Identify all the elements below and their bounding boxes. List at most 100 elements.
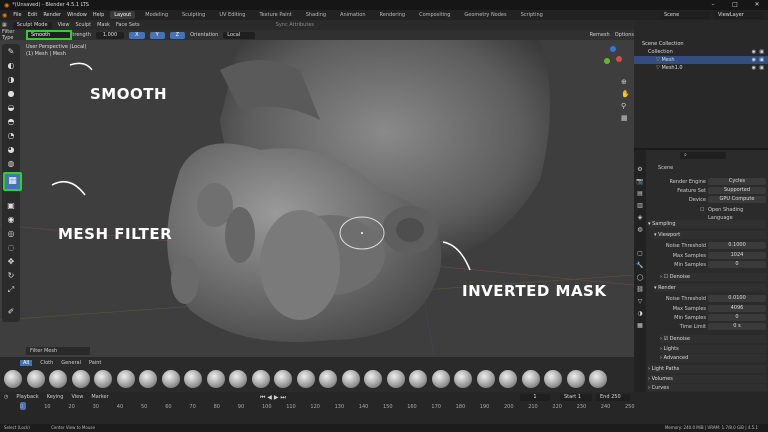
scale-tool-icon[interactable]: ⤢ bbox=[5, 284, 17, 296]
close-button[interactable]: ✕ bbox=[746, 0, 768, 10]
brush-thumbnail[interactable] bbox=[296, 370, 315, 388]
mesh-filter-tool-button[interactable]: ▦ bbox=[3, 172, 22, 191]
brush-thumbnail[interactable] bbox=[116, 370, 135, 388]
outliner-scene-collection[interactable]: Scene Collection bbox=[634, 40, 768, 48]
axis-y-toggle[interactable]: Y bbox=[149, 31, 165, 39]
brush-thumbnail[interactable] bbox=[49, 370, 67, 388]
brush-thumbnail[interactable] bbox=[364, 370, 382, 388]
clay-brush-tool-icon[interactable]: ◐ bbox=[5, 60, 17, 72]
menu-render[interactable]: Render bbox=[43, 12, 61, 18]
menu-marker[interactable]: Marker bbox=[91, 394, 108, 400]
end-frame-field[interactable]: End 250 bbox=[596, 394, 630, 401]
render-subsection[interactable]: ▾ Render bbox=[654, 284, 766, 292]
face-set-tool-icon[interactable]: ◉ bbox=[5, 214, 17, 226]
viewport-subsection[interactable]: ▾ Viewport bbox=[654, 231, 766, 239]
tab-uv-editing[interactable]: UV Editing bbox=[215, 11, 249, 19]
physics-tab-icon[interactable]: ◯ bbox=[636, 274, 644, 282]
visibility-icon[interactable]: ◉ bbox=[752, 48, 756, 56]
modifier-tab-icon[interactable]: 🔧 bbox=[636, 262, 644, 270]
brush-thumbnail[interactable] bbox=[544, 370, 562, 388]
menu-view[interactable]: View bbox=[58, 22, 70, 28]
r-denoise-subsection[interactable]: › ☑ Denoise bbox=[660, 335, 766, 343]
outliner-object-mesh1[interactable]: ▽ Mesh1.0 ◉ ▣ bbox=[634, 64, 768, 72]
r-noise-threshold-field[interactable]: 0.0100 bbox=[708, 295, 766, 302]
trim-tool-icon[interactable]: ◎ bbox=[5, 228, 17, 240]
brush-thumbnail[interactable] bbox=[386, 370, 405, 388]
volumes-section[interactable]: › Volumes bbox=[648, 375, 766, 383]
r-min-samples-field[interactable]: 0 bbox=[708, 314, 766, 321]
cloth-filter-tool-icon[interactable]: ◌ bbox=[5, 242, 17, 254]
playback-controls[interactable]: ⏮ ◀ ▶ ⏭ bbox=[260, 394, 286, 402]
camera-icon[interactable]: ⚲ bbox=[621, 102, 626, 110]
tool-tab-icon[interactable]: ⚙ bbox=[636, 166, 644, 174]
zoom-icon[interactable]: ⊕ bbox=[621, 78, 627, 86]
r-max-samples-field[interactable]: 4096 bbox=[708, 305, 766, 312]
inflate-brush-tool-icon[interactable]: ● bbox=[5, 88, 17, 100]
camera-toggle-icon[interactable]: ▣ bbox=[759, 64, 764, 72]
brush-thumbnail[interactable] bbox=[454, 370, 472, 388]
vp-noise-threshold-field[interactable]: 0.1000 bbox=[708, 242, 766, 249]
outliner-object-mesh[interactable]: ▽ Mesh ◉ ▣ bbox=[634, 56, 768, 64]
tab-layout[interactable]: Layout bbox=[110, 11, 136, 19]
properties-search[interactable]: ⌕ bbox=[680, 152, 726, 159]
tab-compositing[interactable]: Compositing bbox=[415, 11, 454, 19]
menu-edit[interactable]: Edit bbox=[28, 12, 38, 18]
minimize-button[interactable]: – bbox=[702, 0, 724, 10]
menu-playback[interactable]: Playback bbox=[16, 394, 38, 400]
orientation-dropdown[interactable]: Local bbox=[223, 31, 255, 39]
sync-attributes[interactable]: Sync Attributes bbox=[276, 22, 314, 28]
brush-thumbnail[interactable] bbox=[319, 370, 337, 388]
vp-max-samples-field[interactable]: 1024 bbox=[708, 252, 766, 259]
tab-animation[interactable]: Animation bbox=[336, 11, 370, 19]
brush-thumbnail[interactable] bbox=[251, 370, 270, 388]
menu-view-timeline[interactable]: View bbox=[71, 394, 83, 400]
sampling-section[interactable]: ▾ Sampling bbox=[648, 220, 766, 228]
menu-face-sets[interactable]: Face Sets bbox=[116, 22, 140, 28]
brush-thumbnail[interactable] bbox=[94, 370, 112, 388]
menu-file[interactable]: File bbox=[13, 12, 21, 18]
tab-texture-paint[interactable]: Texture Paint bbox=[255, 11, 295, 19]
render-tab-icon[interactable]: 📷 bbox=[636, 178, 644, 186]
brush-thumbnail[interactable] bbox=[206, 370, 225, 388]
box-mask-tool-icon[interactable]: ▣ bbox=[5, 200, 17, 212]
menu-mask[interactable]: Mask bbox=[97, 22, 110, 28]
pan-icon[interactable]: ✋ bbox=[621, 90, 630, 98]
perspective-toggle-icon[interactable]: ▦ bbox=[621, 114, 628, 122]
scene-selector[interactable]: Scene bbox=[660, 11, 710, 19]
object-tab-icon[interactable]: ▢ bbox=[636, 250, 644, 258]
filter-type-dropdown[interactable]: Smooth bbox=[26, 30, 72, 40]
gizmo-y-icon[interactable] bbox=[604, 58, 610, 64]
constraint-tab-icon[interactable]: ⛓ bbox=[636, 286, 644, 294]
r-time-limit-field[interactable]: 0 s bbox=[708, 323, 766, 330]
maximize-button[interactable]: □ bbox=[724, 0, 746, 10]
tab-geometry-nodes[interactable]: Geometry Nodes bbox=[460, 11, 510, 19]
layer-brush-tool-icon[interactable]: ◑ bbox=[5, 74, 17, 86]
brush-thumbnail[interactable] bbox=[431, 370, 450, 388]
strength-field[interactable]: 1.000 bbox=[95, 31, 125, 39]
feature-set-dropdown[interactable]: Supported bbox=[708, 187, 766, 194]
osl-checkbox[interactable]: ☐ bbox=[700, 206, 704, 214]
navigation-gizmo[interactable] bbox=[598, 44, 628, 74]
current-frame-field[interactable]: 1 bbox=[520, 394, 550, 401]
gizmo-x-icon[interactable] bbox=[616, 56, 622, 62]
brush-thumbnail[interactable] bbox=[4, 370, 22, 388]
camera-toggle-icon[interactable]: ▣ bbox=[759, 56, 764, 64]
view-layer-tab-icon[interactable]: ▥ bbox=[636, 202, 644, 210]
options-menu[interactable]: Options bbox=[615, 32, 634, 38]
menu-window[interactable]: Window bbox=[67, 12, 87, 18]
outliner-collection[interactable]: Collection ◉ ▣ bbox=[634, 48, 768, 56]
menu-keying[interactable]: Keying bbox=[47, 394, 64, 400]
light-paths-section[interactable]: › Light Paths bbox=[648, 365, 766, 373]
brush-thumbnail[interactable] bbox=[589, 370, 607, 388]
scene-tab-icon[interactable]: ◈ bbox=[636, 214, 644, 222]
render-engine-dropdown[interactable]: Cycles bbox=[708, 178, 766, 185]
brush-thumbnail[interactable] bbox=[409, 370, 427, 388]
tab-rendering[interactable]: Rendering bbox=[376, 11, 410, 19]
brush-thumbnail[interactable] bbox=[184, 370, 202, 388]
annotate-tool-icon[interactable]: ✐ bbox=[5, 306, 17, 318]
axis-z-toggle[interactable]: Z bbox=[169, 31, 186, 39]
brush-thumbnail[interactable] bbox=[476, 370, 495, 388]
brush-thumbnail[interactable] bbox=[274, 370, 292, 388]
remesh-menu[interactable]: Remesh bbox=[590, 32, 610, 38]
view-layer-selector[interactable]: ViewLayer bbox=[714, 11, 764, 19]
